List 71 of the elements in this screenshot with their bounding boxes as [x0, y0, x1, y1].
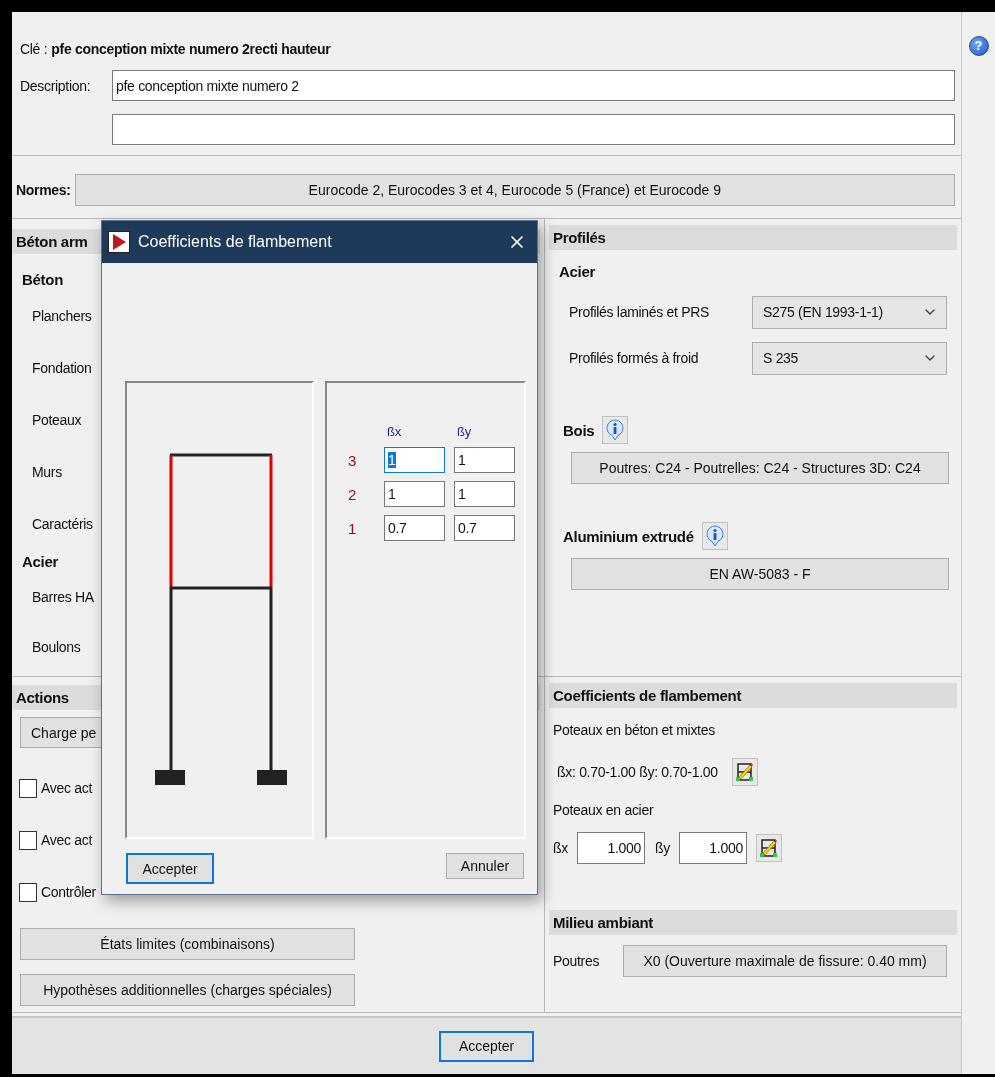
- steel-grade-select[interactable]: S 235: [752, 341, 947, 375]
- checkbox-label: Avec act: [41, 832, 93, 848]
- checkbox[interactable]: [19, 830, 37, 850]
- beta-y-field[interactable]: 1.000: [678, 832, 747, 864]
- checkbox-label: Avec act: [41, 780, 93, 796]
- material-button[interactable]: Poutres: C24 - Poutrelles: C24 - Structures 3D: C24: [571, 452, 949, 484]
- group-title: Béton: [21, 269, 64, 290]
- norms-button[interactable]: Eurocode 2, Eurocodes 3 et 4, Eurocode 5 (France) et Eurocode 9: [74, 174, 955, 206]
- group-title: Acier: [558, 261, 597, 282]
- coefficient-field[interactable]: 1: [384, 447, 445, 473]
- storey-number: 2: [348, 485, 358, 503]
- frame-pencil-icon: [758, 837, 779, 859]
- checkbox[interactable]: [19, 778, 37, 798]
- edit-button[interactable]: [731, 758, 758, 786]
- coefficient-field[interactable]: 1: [384, 481, 445, 507]
- section-header: Coefficients de flambement: [549, 683, 957, 708]
- column-header: ßx: [386, 424, 402, 439]
- steel-label: Profilés formés à froid: [569, 350, 699, 366]
- section-header: Milieu ambiant: [549, 910, 957, 935]
- material-button[interactable]: EN AW-5083 - F: [571, 558, 949, 590]
- coefficient-field[interactable]: 1: [454, 481, 515, 507]
- description-field[interactable]: [112, 114, 955, 145]
- app-icon: [108, 231, 130, 253]
- group-title: Acier: [21, 551, 60, 572]
- coefficient-field[interactable]: 0.7: [384, 515, 445, 541]
- info-button[interactable]: [701, 522, 728, 550]
- beta-x-label: ßx: [553, 840, 568, 856]
- description-field[interactable]: pfe conception mixte numero 2: [112, 70, 955, 101]
- frame-pencil-icon: [734, 761, 755, 783]
- accept-button[interactable]: Accepter: [126, 853, 214, 884]
- storey-number: 3: [348, 451, 358, 469]
- steel-grade-select[interactable]: S275 (EN 1993-1-1): [752, 295, 947, 329]
- material-label: Poteaux: [32, 412, 82, 428]
- action-button[interactable]: États limites (combinaisons): [20, 928, 355, 960]
- coefficient-field[interactable]: 0.7: [454, 515, 515, 541]
- norms-label: Normes:: [16, 182, 71, 198]
- description-label: Description:: [20, 77, 92, 94]
- checkbox-label: Contrôler: [41, 884, 96, 900]
- action-button[interactable]: Hypothèses additionnelles (charges spéciales): [20, 974, 355, 1006]
- column-header: ßy: [456, 424, 472, 439]
- material-label: Fondation: [32, 360, 92, 376]
- coefficient-range: ßx: 0.70-1.00 ßy: 0.70-1.00: [557, 764, 718, 780]
- steel-columns-label: Poteaux en acier: [552, 802, 655, 818]
- material-label: Barres HA: [32, 589, 94, 605]
- material-label: Murs: [32, 464, 62, 480]
- material-label: Caractéris: [32, 516, 93, 532]
- material-title: Aluminium extrudé: [563, 527, 694, 545]
- cancel-button[interactable]: Annuler: [446, 853, 524, 879]
- steel-label: Profilés laminés et PRS: [569, 304, 710, 320]
- support-block: [257, 770, 287, 785]
- material-title: Bois: [563, 421, 595, 439]
- dialog-title: Coefficients de flambement: [138, 233, 332, 251]
- material-label: Planchers: [32, 308, 92, 324]
- beams-label: Poutres: [553, 953, 601, 969]
- info-icon: [605, 419, 626, 441]
- support-block: [155, 770, 185, 785]
- accept-button[interactable]: Accepter: [439, 1030, 534, 1062]
- section-header: Profilés: [549, 225, 957, 250]
- concrete-columns-label: Poteaux en béton et mixtes: [552, 722, 716, 738]
- key-label: Clé :: [20, 41, 48, 57]
- material-label: Boulons: [32, 639, 81, 655]
- beta-y-label: ßy: [654, 840, 670, 856]
- checkbox[interactable]: [19, 882, 37, 902]
- coefficient-field[interactable]: 1: [454, 447, 515, 473]
- environment-button[interactable]: X0 (Ouverture maximale de fissure: 0.40 mm): [623, 945, 947, 977]
- storey-number: 1: [348, 519, 358, 537]
- info-button[interactable]: [602, 416, 629, 444]
- info-icon: [704, 525, 725, 547]
- beta-x-field[interactable]: 1.000: [576, 832, 645, 864]
- key-value: pfe conception mixte numero 2recti hauteur: [51, 41, 331, 57]
- edit-button[interactable]: [755, 834, 782, 862]
